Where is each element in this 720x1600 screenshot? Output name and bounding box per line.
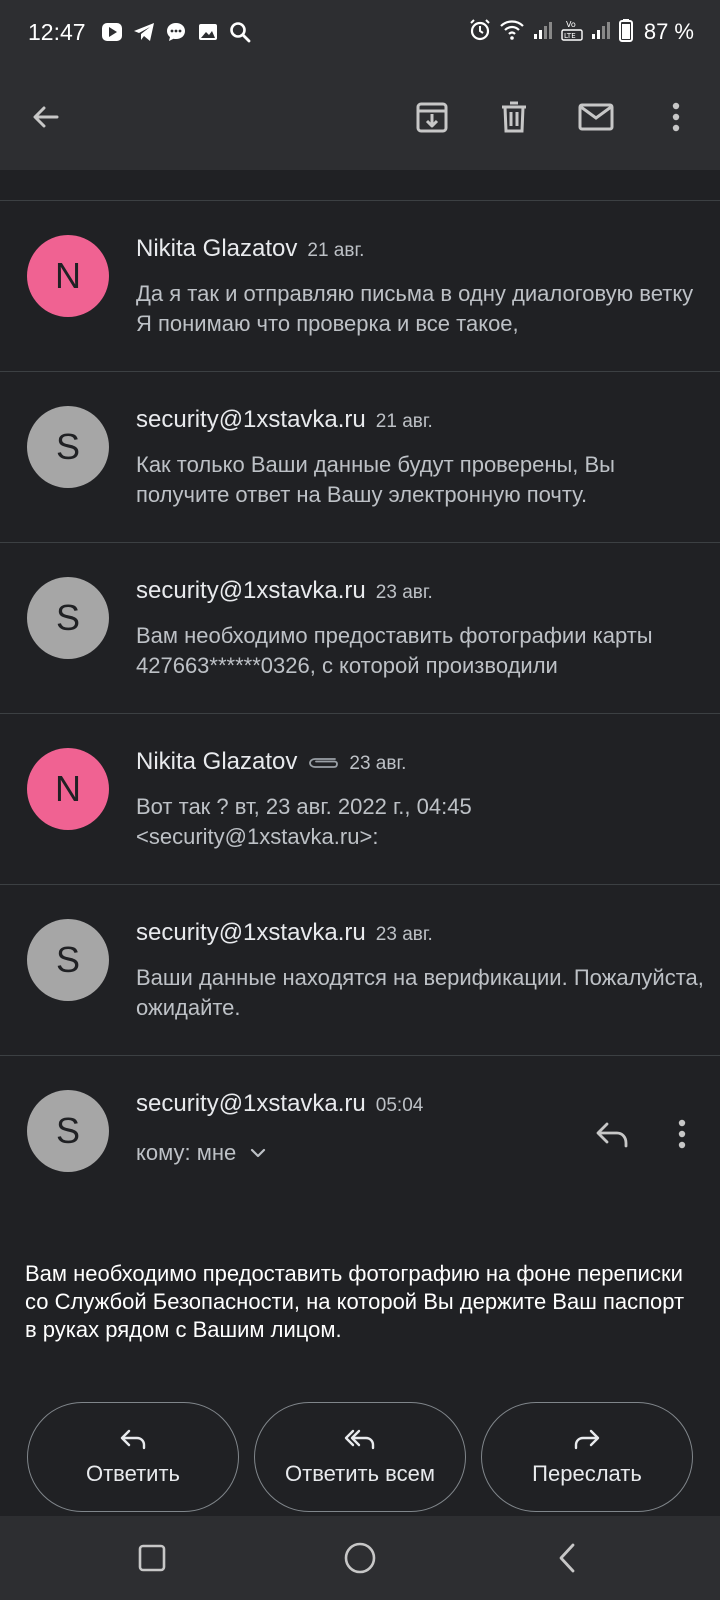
- recipient-label: кому: мне: [136, 1140, 237, 1165]
- reply-actions: Ответить Ответить всем Переслать: [27, 1402, 693, 1512]
- volte-icon: Vo LTE: [561, 18, 583, 47]
- forward-button[interactable]: Переслать: [481, 1402, 693, 1512]
- reply-all-button-label: Ответить всем: [285, 1460, 435, 1486]
- signal-icon: [590, 19, 612, 46]
- delete-icon[interactable]: [486, 89, 542, 145]
- battery-percentage: 87 %: [643, 19, 694, 44]
- sender-name: security@1xstavka.ru: [136, 1090, 366, 1117]
- message-snippet: Ваши данные находятся на верификации. По…: [136, 965, 704, 1020]
- youtube-icon: [100, 20, 124, 44]
- sender-name: security@1xstavka.ru: [136, 406, 366, 433]
- avatar: S: [27, 1090, 109, 1172]
- email-thread: N Nikita Glazatov 21 авг. Да я так и отп…: [0, 170, 720, 1552]
- svg-text:LTE: LTE: [564, 32, 576, 40]
- message-date: 23 авг.: [375, 924, 433, 945]
- attachment-icon: [307, 754, 339, 770]
- message-snippet: Вам необходимо предоставить фотографии к…: [136, 623, 653, 678]
- alarm-icon: [468, 18, 492, 47]
- thread-message[interactable]: S security@1xstavka.ru 23 авг. Ваши данн…: [0, 885, 720, 1056]
- reply-button[interactable]: Ответить: [27, 1402, 239, 1512]
- collapsed-messages-strip[interactable]: [0, 170, 720, 201]
- message-snippet: Вот так ? вт, 23 авг. 2022 г., 04:45 <se…: [136, 794, 472, 849]
- status-bar: 12:47 Vo LTE 87 %: [0, 0, 720, 64]
- message-body: Вам необходимо предоставить фотографию н…: [25, 1261, 685, 1342]
- status-app-icons: [100, 20, 252, 44]
- back-arrow-icon[interactable]: [18, 89, 74, 145]
- signal-icon: [532, 19, 554, 46]
- avatar: S: [27, 577, 109, 659]
- archive-icon[interactable]: [404, 89, 460, 145]
- message-snippet: Как только Ваши данные будут проверены, …: [136, 452, 615, 507]
- message-snippet: Да я так и отправляю письма в одну диало…: [136, 281, 694, 336]
- reply-icon[interactable]: [588, 1110, 636, 1158]
- reply-icon: [119, 1428, 147, 1455]
- sender-name: security@1xstavka.ru: [136, 919, 366, 946]
- message-date: 21 авг.: [307, 240, 365, 261]
- sender-name: security@1xstavka.ru: [136, 577, 366, 604]
- forward-button-label: Переслать: [532, 1460, 642, 1486]
- message-date: 21 авг.: [375, 411, 433, 432]
- avatar: S: [27, 919, 109, 1001]
- recipient-details[interactable]: кому: мне: [136, 1140, 266, 1166]
- reply-all-button[interactable]: Ответить всем: [254, 1402, 466, 1512]
- expanded-message-header[interactable]: security@1xstavka.ru 05:04: [136, 1090, 423, 1118]
- search-icon: [228, 20, 252, 44]
- sender-name: Nikita Glazatov: [136, 235, 298, 262]
- message-date: 23 авг.: [349, 753, 407, 774]
- messages-icon: [164, 20, 188, 44]
- battery-icon: [618, 18, 633, 47]
- svg-text:Vo: Vo: [566, 20, 576, 29]
- status-system-icons: Vo LTE 87 %: [468, 18, 694, 47]
- sender-name: Nikita Glazatov: [136, 748, 298, 775]
- more-vert-icon[interactable]: [648, 89, 704, 145]
- thread-message[interactable]: N Nikita Glazatov 23 авг. Вот так ? вт, …: [0, 714, 720, 885]
- system-nav-bar: [0, 1516, 720, 1600]
- avatar: N: [27, 748, 109, 830]
- thread-message[interactable]: N Nikita Glazatov 21 авг. Да я так и отп…: [0, 201, 720, 372]
- recents-icon[interactable]: [130, 1536, 174, 1580]
- thread-message[interactable]: S security@1xstavka.ru 21 авг. Как тольк…: [0, 372, 720, 543]
- reply-all-icon: [344, 1428, 376, 1455]
- expanded-message: S security@1xstavka.ru 05:04 кому: мне В…: [0, 1056, 720, 1552]
- message-time: 05:04: [375, 1095, 424, 1116]
- chevron-down-icon: [250, 1148, 266, 1158]
- more-vert-icon[interactable]: [662, 1110, 702, 1158]
- message-date: 23 авг.: [375, 582, 433, 603]
- gallery-icon: [196, 20, 220, 44]
- telegram-icon: [132, 20, 156, 44]
- avatar: N: [27, 235, 109, 317]
- back-icon[interactable]: [546, 1536, 590, 1580]
- home-icon[interactable]: [338, 1536, 382, 1580]
- avatar: S: [27, 406, 109, 488]
- mark-unread-icon[interactable]: [568, 89, 624, 145]
- toolbar: [0, 64, 720, 170]
- forward-icon: [573, 1428, 601, 1455]
- reply-button-label: Ответить: [85, 1460, 181, 1486]
- wifi-icon: [499, 19, 525, 46]
- thread-message[interactable]: S security@1xstavka.ru 23 авг. Вам необх…: [0, 543, 720, 714]
- status-time: 12:47: [28, 18, 86, 45]
